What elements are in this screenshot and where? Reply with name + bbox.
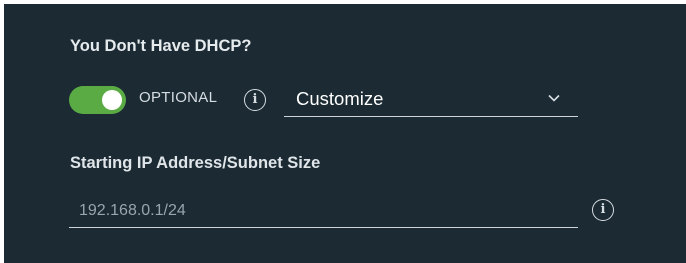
select-value: Customize	[296, 88, 384, 109]
optional-label: OPTIONAL	[139, 89, 218, 106]
dhcp-settings-panel: You Don't Have DHCP? OPTIONAL i Customiz…	[4, 4, 686, 263]
starting-ip-label: Starting IP Address/Subnet Size	[70, 154, 321, 172]
dhcp-mode-select[interactable]: Customize	[284, 84, 578, 117]
starting-ip-input[interactable]	[69, 194, 578, 228]
info-icon[interactable]: i	[592, 199, 614, 221]
toggle-knob	[102, 90, 122, 110]
info-icon[interactable]: i	[244, 89, 266, 111]
dhcp-title: You Don't Have DHCP?	[70, 37, 252, 55]
dhcp-toggle-switch[interactable]	[69, 86, 126, 114]
chevron-down-icon	[548, 94, 560, 102]
